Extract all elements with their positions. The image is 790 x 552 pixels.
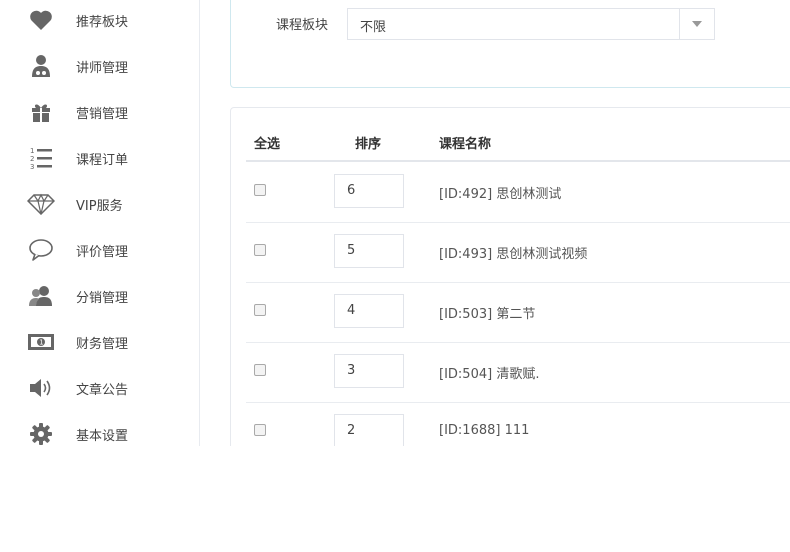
course-section-select-value: 不限 <box>360 20 387 35</box>
sort-order-input[interactable]: 2 <box>334 414 404 446</box>
row-checkbox[interactable] <box>254 424 266 436</box>
filter-panel: 课程板块 不限 V <box>230 0 790 88</box>
sidebar-item-lecturer[interactable]: 讲师管理 <box>0 43 199 89</box>
sidebar-item-label: 评价管理 <box>76 244 129 260</box>
lecturer-icon <box>27 52 55 80</box>
sidebar-item-label: 讲师管理 <box>76 60 129 76</box>
course-name: [ID:1688] 111 <box>439 423 530 438</box>
table-row: 3 [ID:504] 清歌赋. <box>246 342 790 403</box>
course-section-label: 课程板块 <box>276 18 329 33</box>
sidebar-item-label: 财务管理 <box>76 336 129 352</box>
sidebar-item-settings[interactable]: 基本设置 <box>0 411 199 446</box>
table-row: 5 [ID:493] 思创林测试视频 <box>246 222 790 283</box>
column-header-course-name: 课程名称 <box>439 137 492 152</box>
ordered-list-icon: 123 <box>27 144 55 172</box>
chevron-down-icon[interactable] <box>679 9 714 39</box>
gift-icon <box>27 98 55 126</box>
svg-text:1: 1 <box>39 339 43 347</box>
sidebar-item-distribution[interactable]: 分销管理 <box>0 273 199 319</box>
column-header-sort: 排序 <box>355 137 382 152</box>
row-checkbox[interactable] <box>254 304 266 316</box>
course-name: [ID:504] 清歌赋. <box>439 367 540 382</box>
main-content: 课程板块 不限 V 全选 排序 课程名称 6 [ID:492] 思创林测试 5 <box>200 0 790 446</box>
column-header-select-all[interactable]: 全选 <box>254 133 280 152</box>
row-checkbox[interactable] <box>254 184 266 196</box>
sidebar-item-label: 推荐板块 <box>76 14 129 30</box>
sidebar-item-label: VIP服务 <box>76 198 123 214</box>
sidebar-item-label: 分销管理 <box>76 290 129 306</box>
course-table: 全选 排序 课程名称 6 [ID:492] 思创林测试 5 [ID:493] 思… <box>230 107 790 446</box>
sort-order-input[interactable]: 6 <box>334 174 404 208</box>
sort-order-input[interactable]: 3 <box>334 354 404 388</box>
gear-icon <box>27 420 55 446</box>
sidebar-item-orders[interactable]: 123 课程订单 <box>0 135 199 181</box>
sidebar-item-marketing[interactable]: 营销管理 <box>0 89 199 135</box>
sidebar-item-label: 营销管理 <box>76 106 129 122</box>
table-row: 4 [ID:503] 第二节 <box>246 282 790 343</box>
sidebar-item-recommend[interactable]: 推荐板块 <box>0 0 199 43</box>
course-name: [ID:493] 思创林测试视频 <box>439 247 588 262</box>
sidebar-item-articles[interactable]: 文章公告 <box>0 365 199 411</box>
app-window: 推荐板块 讲师管理 营销管理 123 课程订单 VIP服务 评价管理 分销管理 … <box>0 0 790 446</box>
sidebar-item-vip[interactable]: VIP服务 <box>0 181 199 227</box>
svg-text:1: 1 <box>30 147 34 155</box>
table-row: 6 [ID:492] 思创林测试 <box>246 162 790 223</box>
money-icon: 1 <box>27 328 55 356</box>
sort-order-input[interactable]: 4 <box>334 294 404 328</box>
table-row: 2 [ID:1688] 111 <box>246 402 790 446</box>
row-checkbox[interactable] <box>254 244 266 256</box>
sidebar-item-label: 文章公告 <box>76 382 129 398</box>
heart-icon <box>27 6 55 34</box>
speaker-icon <box>27 374 55 402</box>
sidebar-item-reviews[interactable]: 评价管理 <box>0 227 199 273</box>
svg-text:2: 2 <box>30 155 34 163</box>
sort-order-input[interactable]: 5 <box>334 234 404 268</box>
comment-bubble-icon <box>27 236 55 264</box>
sidebar-item-finance[interactable]: 1 财务管理 <box>0 319 199 365</box>
sidebar-item-label: 课程订单 <box>76 152 129 168</box>
users-icon <box>27 282 55 310</box>
row-checkbox[interactable] <box>254 364 266 376</box>
diamond-icon <box>27 190 55 218</box>
course-name: [ID:503] 第二节 <box>439 307 536 322</box>
sidebar-item-label: 基本设置 <box>76 428 129 444</box>
course-name: [ID:492] 思创林测试 <box>439 187 562 202</box>
course-section-select[interactable]: 不限 <box>347 8 715 40</box>
svg-text:3: 3 <box>30 163 34 171</box>
sidebar: 推荐板块 讲师管理 营销管理 123 课程订单 VIP服务 评价管理 分销管理 … <box>0 0 200 446</box>
